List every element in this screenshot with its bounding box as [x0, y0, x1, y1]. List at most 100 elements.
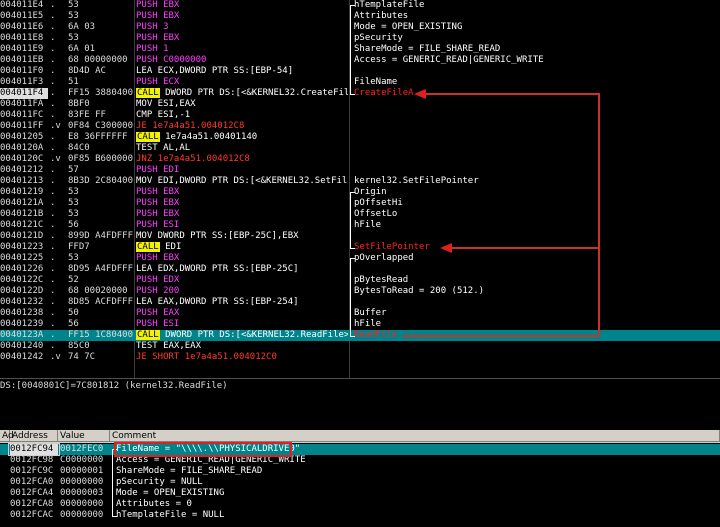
- instruction-comment: Origin: [354, 187, 387, 197]
- asm-text: DWORD PTR DS:[<&KERNEL32.CreateFil: [159, 88, 348, 98]
- call-mnemonic: CALL: [136, 88, 160, 98]
- stack-comment: FileName = "\\\\.\\PHYSICALDRIVE0": [116, 444, 301, 454]
- disasm-row[interactable]: 004011F3. 51 PUSH ECX FileName: [0, 77, 720, 88]
- stack-address: 0012FC9C: [10, 466, 54, 476]
- stack-row[interactable]: 0012FCAC 00000000 hTemplateFile = NULL: [0, 510, 720, 521]
- disasm-row[interactable]: 004011FA. 8BF0 MOV ESI,EAX: [0, 99, 720, 110]
- disasm-row[interactable]: 004011F4. FF15 3880400 CALL DWORD PTR DS:[…: [0, 88, 720, 99]
- instruction-comment: [354, 352, 720, 363]
- instruction-address: 004011E5: [0, 11, 44, 21]
- disasm-row[interactable]: 00401213. 8B3D 2C80400 MOV EDI,DWORD PTR D…: [0, 176, 720, 187]
- disasm-row[interactable]: 004011E8. 53 PUSH EBX pSecurity: [0, 33, 720, 44]
- instruction-comment: [354, 66, 720, 77]
- stack-row[interactable]: 0012FCA4 00000003 Mode = OPEN_EXISTING: [0, 488, 720, 499]
- asm-text: PUSH EBX: [136, 11, 180, 21]
- stack-address: 0012FC98: [10, 455, 54, 465]
- jump-marker: .: [50, 187, 56, 197]
- jump-marker: .: [50, 231, 56, 241]
- jump-marker: .: [50, 11, 56, 21]
- disasm-row[interactable]: 00401240. 85C0 TEST EAX,EAX: [0, 341, 720, 352]
- stack-row[interactable]: 0012FCA8 00000000 Attributes = 0: [0, 499, 720, 510]
- disasm-row[interactable]: 0040123A. FF15 1C80400 CALL DWORD PTR DS:[…: [0, 330, 720, 341]
- stack-row[interactable]: 0012FCA0 00000000 pSecurity = NULL: [0, 477, 720, 488]
- disasm-row[interactable]: 00401239. 56 PUSH ESI hFile: [0, 319, 720, 330]
- disasm-row[interactable]: 004011E5. 53 PUSH EBX Attributes: [0, 11, 720, 22]
- instruction-address: 004011FA: [0, 99, 44, 109]
- header-comment[interactable]: Comment: [110, 430, 720, 442]
- instruction-address: 00401242: [0, 352, 44, 362]
- asm-text: CMP ESI,-1: [136, 110, 191, 120]
- disasm-row[interactable]: 0040122C. 52 PUSH EDX pBytesRead: [0, 275, 720, 286]
- instruction-asm: MOV ESI,EAX: [136, 99, 348, 110]
- instruction-hex: 53: [68, 209, 79, 219]
- instruction-hex: FF15 3880400: [68, 88, 134, 98]
- jump-marker: .: [50, 242, 56, 252]
- disassembly-pane[interactable]: 004011E4. 53 PUSH EBX hTemplateFile 004011E5…: [0, 0, 720, 378]
- header-gutter[interactable]: Ad: [0, 430, 14, 442]
- instruction-hex: 8BF0: [68, 99, 90, 109]
- instruction-hex: 53: [68, 253, 79, 263]
- instruction-asm: CALL DWORD PTR DS:[<&KERNEL32.CreateFil: [136, 88, 348, 99]
- header-value[interactable]: Value: [58, 430, 110, 442]
- disasm-row[interactable]: 00401205. E8 36FFFFFF CALL 1e7a4a51.004011…: [0, 132, 720, 143]
- instruction-address: 0040122C: [0, 275, 44, 285]
- disasm-row[interactable]: 00401219. 53 PUSH EBX Origin: [0, 187, 720, 198]
- instruction-address: 00401213: [0, 176, 44, 186]
- disasm-row[interactable]: 004011FF .v 0F84 C300000 JE 1e7a4a51.004012…: [0, 121, 720, 132]
- disasm-row[interactable]: 004011E6. 6A 03 PUSH 3 Mode = OPEN_EXISTING: [0, 22, 720, 33]
- disasm-row[interactable]: 004011FC. 83FE FF CMP ESI,-1: [0, 110, 720, 121]
- disasm-row[interactable]: 0040121B. 53 PUSH EBX OffsetLo: [0, 209, 720, 220]
- instruction-asm: LEA EDX,DWORD PTR SS:[EBP-25C]: [136, 264, 348, 275]
- asm-text: PUSH ECX: [136, 77, 180, 87]
- info-pane[interactable]: DS:[0040801C]=7C801812 (kernel32.ReadFil…: [0, 378, 720, 429]
- stack-row[interactable]: 0012FC94 0012FEC0 FileName = "\\\\.\\PHYSI…: [0, 444, 720, 455]
- jump-marker: .: [50, 0, 56, 10]
- jump-marker: .: [50, 176, 56, 186]
- disasm-row[interactable]: 004011F0. 8D4D AC LEA ECX,DWORD PTR SS:[EB…: [0, 66, 720, 77]
- jump-marker: .: [50, 77, 56, 87]
- disasm-row[interactable]: 00401226. 8D95 A4FDFFFF LEA EDX,DWORD PTR …: [0, 264, 720, 275]
- instruction-address: 004011E8: [0, 33, 44, 43]
- stack-comment: hTemplateFile = NULL: [116, 510, 225, 520]
- disasm-row[interactable]: 0040120A. 84C0 TEST AL,AL: [0, 143, 720, 154]
- disasm-row[interactable]: 00401238. 50 PUSH EAX Buffer: [0, 308, 720, 319]
- instruction-address: 00401240: [0, 341, 44, 351]
- disasm-row[interactable]: 004011E4. 53 PUSH EBX hTemplateFile: [0, 0, 720, 11]
- asm-text: PUSH EAX: [136, 308, 180, 318]
- disasm-row[interactable]: 00401223. FFD7 CALL EDI SetFilePointer: [0, 242, 720, 253]
- instruction-address: 0040121B: [0, 209, 44, 219]
- call-mnemonic: CALL: [136, 132, 160, 142]
- asm-text: PUSH EBX: [136, 33, 180, 43]
- stack-row[interactable]: 0012FC9C 00000001 ShareMode = FILE_SHARE_R…: [0, 466, 720, 477]
- disasm-row[interactable]: 0040121D. 899D A4FDFFFF MOV DWORD PTR SS:[…: [0, 231, 720, 242]
- disasm-row[interactable]: 0040122D. 68 00020000 PUSH 200 BytesToRead …: [0, 286, 720, 297]
- jump-marker: .: [50, 330, 56, 340]
- disasm-row[interactable]: 0040121C. 56 PUSH ESI hFile: [0, 220, 720, 231]
- stack-pane[interactable]: Ad Address Value Comment 0012FC94 0012FEC…: [0, 430, 720, 527]
- disasm-row[interactable]: 00401242 .v 74 7C JE SHORT 1e7a4a51.004012C…: [0, 352, 720, 363]
- instruction-asm: PUSH EBX: [136, 198, 348, 209]
- instruction-address: 00401239: [0, 319, 44, 329]
- asm-text: JE SHORT 1e7a4a51.004012C0: [136, 352, 277, 362]
- disasm-row[interactable]: 004011E9. 6A 01 PUSH 1 ShareMode = FILE_SHA…: [0, 44, 720, 55]
- disasm-row[interactable]: 004011EB. 68 00000000 PUSH C0000000 Access …: [0, 55, 720, 66]
- stack-row[interactable]: 0012FC98 C0000000 Access = GENERIC_READ|GE…: [0, 455, 720, 466]
- disasm-row[interactable]: 00401232. 8D85 ACFDFFFF LEA EAX,DWORD PTR …: [0, 297, 720, 308]
- header-address[interactable]: Address: [10, 430, 58, 442]
- disasm-row[interactable]: 0040121A. 53 PUSH EBX pOffsetHi: [0, 198, 720, 209]
- instruction-address: 00401219: [0, 187, 44, 197]
- disasm-row[interactable]: 00401225. 53 PUSH EBX pOverlapped: [0, 253, 720, 264]
- instruction-asm: PUSH ESI: [136, 319, 348, 330]
- instruction-comment: OffsetLo: [354, 209, 398, 219]
- asm-text: LEA EDX,DWORD PTR SS:[EBP-25C]: [136, 264, 299, 274]
- asm-text: PUSH EBX: [136, 0, 180, 10]
- instruction-hex: 6A 03: [68, 22, 96, 32]
- instruction-address: 004011FC: [0, 110, 44, 120]
- disasm-row[interactable]: 00401212. 57 PUSH EDI: [0, 165, 720, 176]
- instruction-hex: 8D4D AC: [68, 66, 106, 76]
- jump-marker: .: [50, 110, 56, 120]
- disasm-row[interactable]: 0040120C .v 0F85 B600000 JNZ 1e7a4a51.00401…: [0, 154, 720, 165]
- instruction-address: 00401225: [0, 253, 44, 263]
- instruction-asm: CALL DWORD PTR DS:[<&KERNEL32.ReadFile>]: [136, 330, 348, 341]
- instruction-comment: [354, 264, 720, 275]
